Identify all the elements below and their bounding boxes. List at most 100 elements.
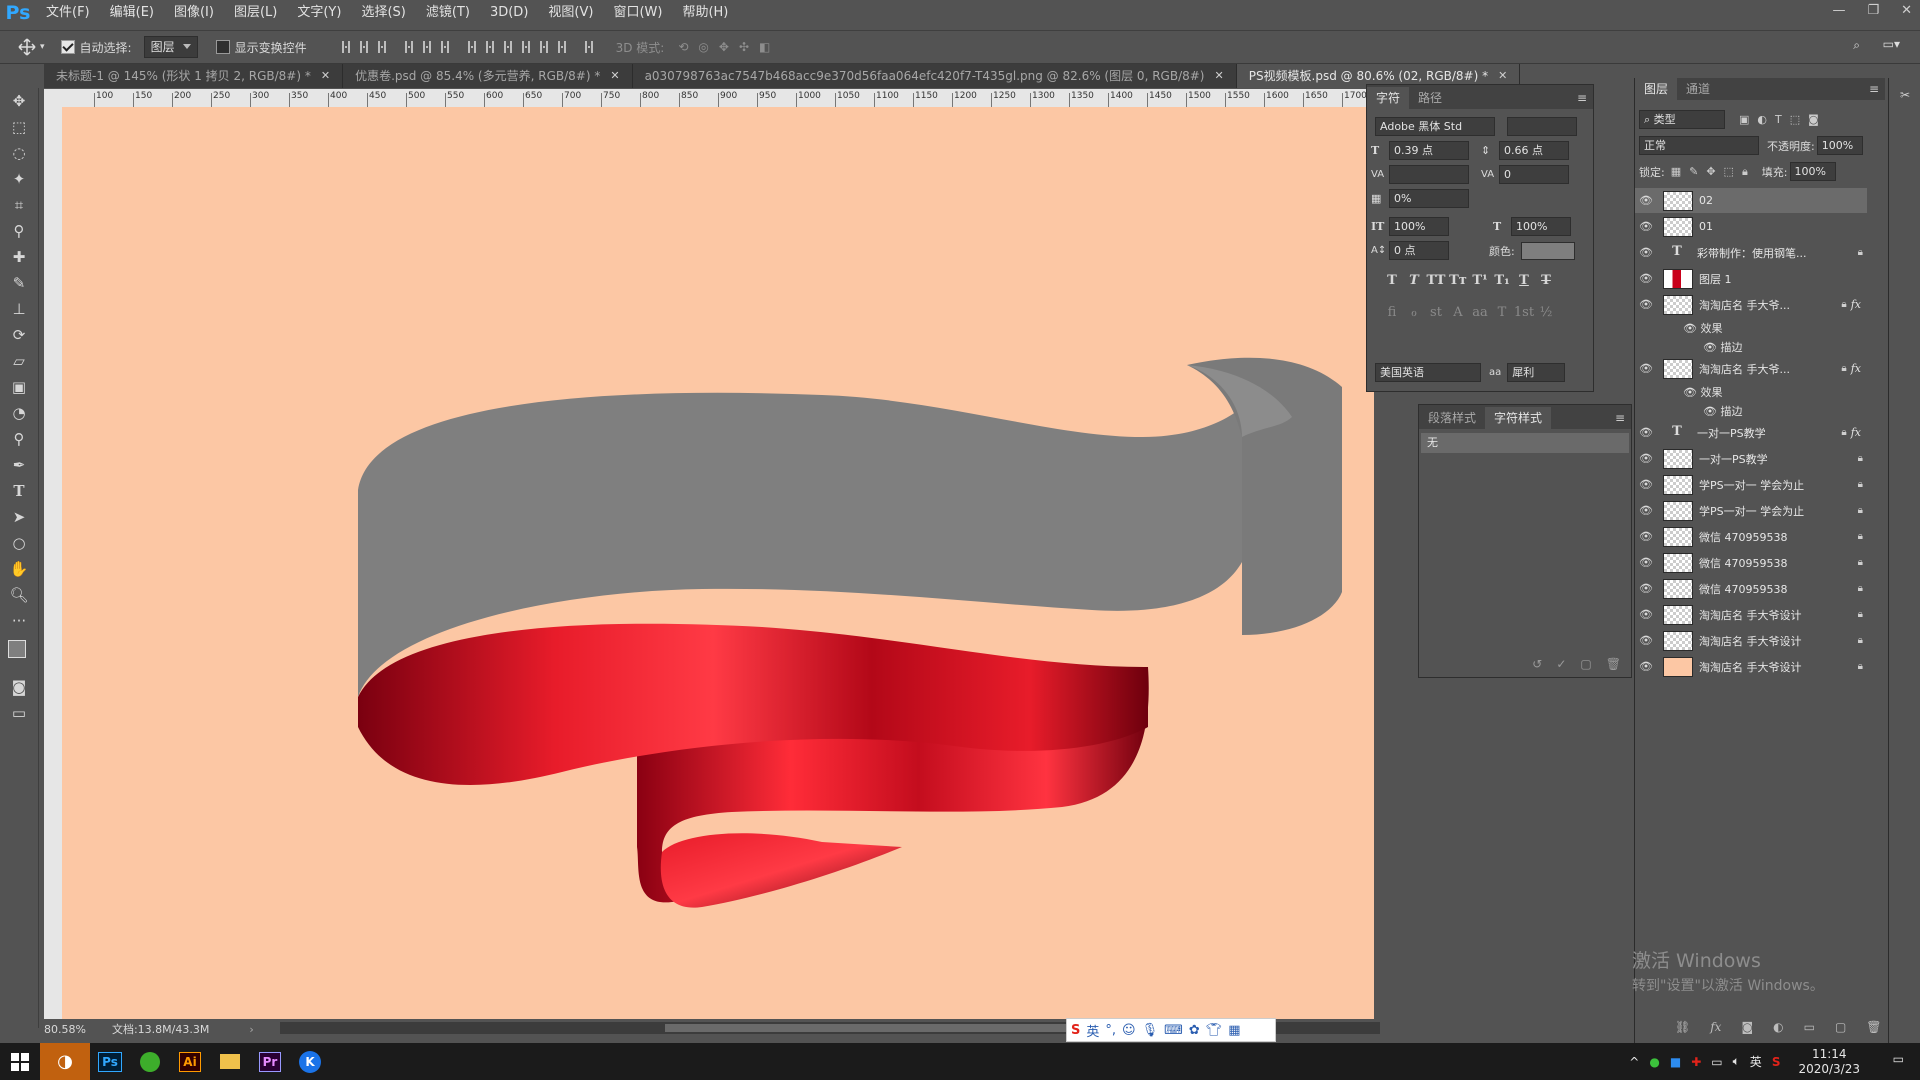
close-icon[interactable]: ✕ xyxy=(1901,0,1912,22)
zoom-tool-icon[interactable]: 🔍︎ xyxy=(0,582,38,608)
delete-style-icon[interactable]: 🗑︎ xyxy=(1606,657,1621,671)
taskbar-photoshop-icon[interactable]: Ps xyxy=(90,1043,130,1080)
layer-fx-icon[interactable]: fx xyxy=(1851,426,1861,439)
layer-row[interactable]: 👁︎ T 彩带制作：使用钢笔... 🔒︎ xyxy=(1635,240,1867,265)
visibility-eye-icon[interactable]: 👁︎ xyxy=(1635,426,1657,439)
workspace-icon[interactable]: ▭▾ xyxy=(1883,37,1900,51)
keyboard-icon[interactable]: ⌨ xyxy=(1164,1023,1183,1038)
tray-security-icon[interactable]: ✚ xyxy=(1691,1055,1701,1069)
close-tab-icon[interactable]: ✕ xyxy=(321,64,330,88)
visibility-eye-icon[interactable]: 👁︎ xyxy=(1635,530,1657,543)
minimize-icon[interactable]: — xyxy=(1832,0,1845,22)
menu-item-1[interactable]: 编辑(E) xyxy=(100,0,164,26)
strikethrough-button[interactable]: T xyxy=(1535,273,1557,288)
3d-roll-icon[interactable]: ◎ xyxy=(698,40,708,54)
visibility-eye-icon[interactable]: 👁︎ xyxy=(1635,582,1657,595)
distribute-vcenter-icon[interactable] xyxy=(485,41,494,53)
restore-icon[interactable]: ❐ xyxy=(1867,0,1879,22)
layer-row[interactable]: 👁︎ 01 xyxy=(1635,214,1867,239)
layer-row[interactable]: 👁︎ 学PS一对一 学会为止 🔒︎ xyxy=(1635,498,1867,523)
layer-effect-stroke[interactable]: 👁︎ 描边 xyxy=(1703,339,1742,355)
layer-fx-icon[interactable]: fx xyxy=(1851,362,1861,375)
taskbar-browser-icon[interactable] xyxy=(130,1043,170,1080)
visibility-eye-icon[interactable]: 👁︎ xyxy=(1683,322,1700,335)
distribute-right-icon[interactable] xyxy=(557,41,566,53)
tray-app-icon[interactable]: ■ xyxy=(1670,1055,1681,1069)
menu-item-5[interactable]: 选择(S) xyxy=(351,0,415,26)
add-mask-icon[interactable]: ◙ xyxy=(1741,1020,1753,1034)
foreground-color-swatch[interactable] xyxy=(8,640,26,658)
mic-icon[interactable]: 🎙︎ xyxy=(1142,1023,1159,1038)
document-tab[interactable]: a030798763ac7547b468acc9e370d56faa064efc… xyxy=(633,64,1237,88)
titling-button[interactable]: aa xyxy=(1469,305,1491,320)
align-bottom-icon[interactable] xyxy=(377,41,386,53)
brush-tool-icon[interactable]: ✎ xyxy=(0,270,38,296)
language-select[interactable]: 美国英语 xyxy=(1375,363,1481,382)
notification-icon[interactable]: ▭ xyxy=(1893,1052,1904,1066)
close-tab-icon[interactable]: ✕ xyxy=(610,64,619,88)
faux-italic-button[interactable]: T xyxy=(1403,273,1425,288)
auto-select-dropdown[interactable]: 图层 xyxy=(143,36,198,58)
text-color-swatch[interactable] xyxy=(1520,241,1575,260)
opacity-field[interactable]: 100% xyxy=(1816,136,1863,155)
swash-button[interactable]: st xyxy=(1425,305,1447,320)
adjustment-layer-icon[interactable]: ◐ xyxy=(1773,1020,1783,1034)
subscript-button[interactable]: T₁ xyxy=(1491,273,1513,288)
layer-row[interactable]: 👁︎ 图层 1 xyxy=(1635,266,1867,291)
ellipse-tool-icon[interactable]: ○ xyxy=(0,530,38,556)
menu-item-8[interactable]: 视图(V) xyxy=(538,0,603,26)
healing-brush-icon[interactable]: ✚ xyxy=(0,244,38,270)
tracking-field[interactable]: 0 xyxy=(1499,165,1569,184)
panel-menu-icon[interactable]: ≡ xyxy=(1615,407,1625,429)
tab-character[interactable]: 字符 xyxy=(1367,87,1410,109)
ordinals-button[interactable]: 1st xyxy=(1513,305,1535,320)
hand-tool-icon[interactable]: ✋ xyxy=(0,556,38,582)
shirt-icon[interactable]: 👕︎ xyxy=(1206,1023,1223,1038)
align-left-icon[interactable] xyxy=(404,41,413,53)
magic-wand-icon[interactable]: ✦ xyxy=(0,166,38,192)
visibility-eye-icon[interactable]: 👁︎ xyxy=(1635,634,1657,647)
menu-item-10[interactable]: 帮助(H) xyxy=(672,0,738,26)
font-family-select[interactable]: Adobe 黑体 Std xyxy=(1375,117,1495,136)
move-tool-icon[interactable]: ▾ xyxy=(18,38,45,56)
new-layer-icon[interactable]: ▢ xyxy=(1835,1020,1846,1034)
layer-row[interactable]: 👁︎ 微信 470959538 🔒︎ xyxy=(1635,550,1867,575)
layer-row[interactable]: 👁︎ 淘淘店名 手大爷设计 🔒︎ xyxy=(1635,602,1867,627)
align-vcenter-icon[interactable] xyxy=(359,41,368,53)
layer-effect-stroke[interactable]: 👁︎ 描边 xyxy=(1703,403,1742,419)
small-caps-button[interactable]: Tт xyxy=(1447,273,1469,288)
panel-menu-icon[interactable]: ≡ xyxy=(1869,78,1879,100)
canvas[interactable] xyxy=(62,107,1374,1019)
menu-item-7[interactable]: 3D(D) xyxy=(480,0,538,26)
menu-item-3[interactable]: 图层(L) xyxy=(224,0,287,26)
visibility-eye-icon[interactable]: 👁︎ xyxy=(1635,452,1657,465)
visibility-eye-icon[interactable]: 👁︎ xyxy=(1635,246,1657,259)
tools-collapse-icon[interactable]: ✂ xyxy=(1889,88,1920,102)
pen-tool-icon[interactable]: ✒ xyxy=(0,452,38,478)
layer-row[interactable]: 👁︎ 淘淘店名 手大爷设计 🔒︎ xyxy=(1635,628,1867,653)
new-group-icon[interactable]: ▭ xyxy=(1804,1020,1815,1034)
taskbar-illustrator-icon[interactable]: Ai xyxy=(170,1043,210,1080)
font-style-select[interactable] xyxy=(1507,117,1577,136)
3d-drag-icon[interactable]: ✥ xyxy=(719,40,729,54)
visibility-eye-icon[interactable]: 👁︎ xyxy=(1703,405,1720,418)
faux-bold-button[interactable]: T xyxy=(1381,273,1403,288)
ligature-button[interactable]: fi xyxy=(1381,305,1403,320)
emoji-icon[interactable]: ☺ xyxy=(1122,1023,1136,1038)
distribute-top-icon[interactable] xyxy=(467,41,476,53)
visibility-eye-icon[interactable]: 👁︎ xyxy=(1635,362,1657,375)
volume-icon[interactable]: 🔈︎ xyxy=(1733,1054,1740,1069)
align-hcenter-icon[interactable] xyxy=(422,41,431,53)
dodge-tool-icon[interactable]: ⚲ xyxy=(0,426,38,452)
tab-character-styles[interactable]: 字符样式 xyxy=(1485,407,1552,429)
3d-rotate-icon[interactable]: ⟲ xyxy=(678,40,688,54)
align-top-icon[interactable] xyxy=(341,41,350,53)
blend-mode-select[interactable]: 正常 xyxy=(1639,136,1759,155)
leading-field[interactable]: 0.66 点 xyxy=(1499,141,1569,160)
visibility-eye-icon[interactable]: 👁︎ xyxy=(1635,608,1657,621)
distribute-bottom-icon[interactable] xyxy=(503,41,512,53)
3d-camera-icon[interactable]: ◧ xyxy=(759,40,770,54)
menu-item-0[interactable]: 文件(F) xyxy=(36,0,100,26)
stamp-tool-icon[interactable]: ⊥ xyxy=(0,296,38,322)
visibility-eye-icon[interactable]: 👁︎ xyxy=(1635,504,1657,517)
